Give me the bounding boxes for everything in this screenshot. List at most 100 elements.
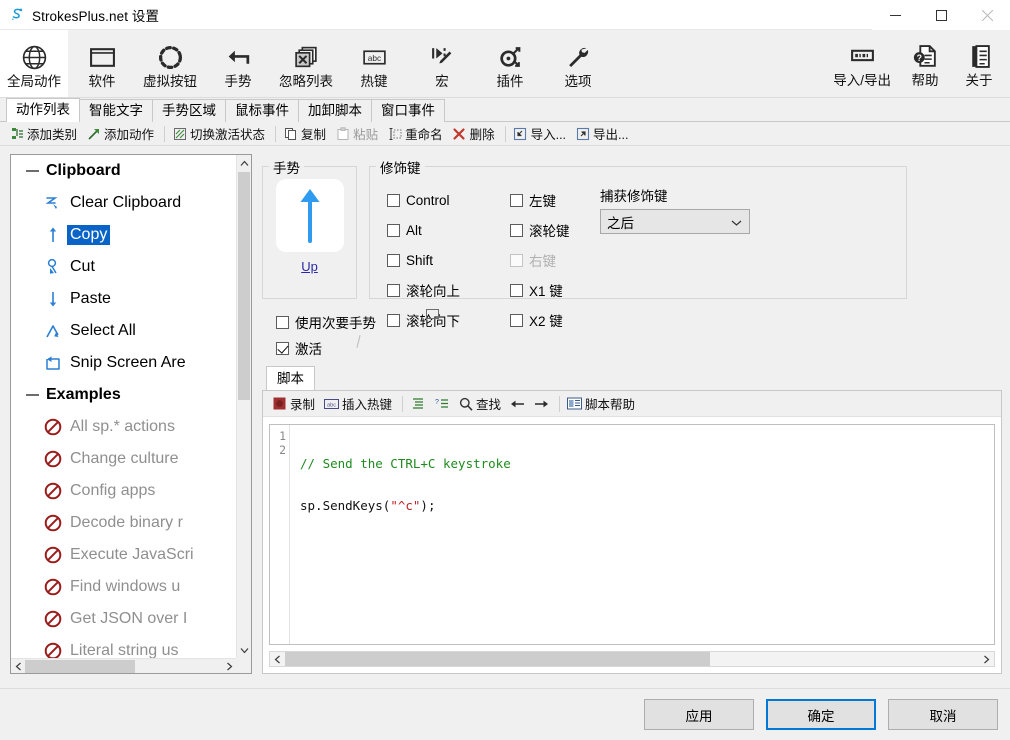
tab-gesture-zones[interactable]: 手势区域 bbox=[152, 99, 226, 122]
checkbox-use-secondary-gesture[interactable]: 使用次要手势 bbox=[276, 309, 439, 335]
scroll-up-icon[interactable] bbox=[237, 155, 251, 171]
script-editor[interactable]: 1 2 // Send the CTRL+C keystroke sp.Send… bbox=[269, 424, 995, 645]
tab-window-events[interactable]: 窗口事件 bbox=[371, 99, 445, 122]
checkbox-activate[interactable]: 激活 bbox=[276, 335, 376, 361]
tab-mouse-events[interactable]: 鼠标事件 bbox=[225, 99, 299, 122]
collapse-minus-icon[interactable] bbox=[21, 394, 43, 396]
tree-item-literal-string[interactable]: Literal string us bbox=[11, 635, 236, 658]
editor-hscroll-thumb[interactable] bbox=[285, 652, 710, 666]
tree-item-clear-clipboard[interactable]: Clear Clipboard bbox=[11, 187, 236, 219]
script-help-button[interactable]: 脚本帮助 bbox=[564, 393, 641, 415]
ribbon-item-software[interactable]: 软件 bbox=[68, 30, 136, 97]
find-button[interactable]: 查找 bbox=[455, 393, 507, 415]
ribbon-item-help[interactable]: ? 帮助 bbox=[898, 30, 952, 97]
tree-item-cut[interactable]: Cut bbox=[11, 251, 236, 283]
close-icon[interactable] bbox=[964, 0, 1010, 30]
paste-button[interactable]: 粘贴 bbox=[332, 123, 384, 145]
minimize-icon[interactable] bbox=[872, 0, 918, 30]
checkbox-box[interactable] bbox=[387, 253, 400, 267]
scroll-right-icon[interactable] bbox=[979, 655, 994, 664]
ok-button[interactable]: 确定 bbox=[766, 699, 876, 730]
checkbox-shift[interactable]: Shift bbox=[387, 245, 460, 275]
checkbox-alt[interactable]: Alt bbox=[387, 215, 460, 245]
tree-group-clipboard[interactable]: Clipboard bbox=[11, 155, 236, 187]
checkbox-middle-button[interactable]: 滚轮键 bbox=[510, 215, 570, 245]
tree-item-decode-binary[interactable]: Decode binary r bbox=[11, 507, 236, 539]
checkbox-box[interactable] bbox=[510, 283, 523, 297]
nav-forward-button[interactable] bbox=[531, 393, 555, 415]
checkbox-wheel-down[interactable]: 滚轮向下 bbox=[387, 305, 460, 335]
tree-item-select-all[interactable]: Select All bbox=[11, 315, 236, 347]
apply-button[interactable]: 应用 bbox=[644, 699, 754, 730]
toggle-active-button[interactable]: 切换激活状态 bbox=[169, 123, 271, 145]
tree-item-all-sp-actions[interactable]: All sp.* actions bbox=[11, 411, 236, 443]
scroll-down-icon[interactable] bbox=[237, 642, 251, 658]
import-button[interactable]: 导入... bbox=[510, 123, 572, 145]
ribbon-item-gestures[interactable]: 手势 bbox=[204, 30, 272, 97]
cancel-button[interactable]: 取消 bbox=[888, 699, 998, 730]
tree-horizontal-scrollbar[interactable] bbox=[11, 658, 236, 673]
tree-item-change-culture[interactable]: Change culture bbox=[11, 443, 236, 475]
checkbox-wheel-up[interactable]: 滚轮向上 bbox=[387, 275, 460, 305]
chevron-down-icon[interactable] bbox=[731, 214, 742, 229]
checkbox-x2-button[interactable]: X2 键 bbox=[510, 305, 570, 335]
ribbon-item-plugins[interactable]: 插件 bbox=[476, 30, 544, 97]
checkbox-box[interactable] bbox=[387, 193, 400, 207]
checkbox-box[interactable] bbox=[387, 223, 400, 237]
snippet-button[interactable]: ? bbox=[431, 393, 455, 415]
ribbon-item-ignore-list[interactable]: 忽略列表 bbox=[272, 30, 340, 97]
scroll-right-icon[interactable] bbox=[222, 662, 236, 671]
ribbon-item-options[interactable]: 选项 bbox=[544, 30, 612, 97]
tree-item-paste[interactable]: Paste bbox=[11, 283, 236, 315]
ribbon-item-about[interactable]: 关于 bbox=[952, 30, 1006, 97]
export-button[interactable]: 导出... bbox=[572, 123, 634, 145]
tree-hscroll-thumb[interactable] bbox=[25, 659, 135, 673]
tab-script[interactable]: 脚本 bbox=[266, 366, 315, 390]
insert-hotkey-button[interactable]: abc 插入热键 bbox=[321, 393, 398, 415]
tree-item-execute-javascript[interactable]: Execute JavaScri bbox=[11, 539, 236, 571]
scroll-left-icon[interactable] bbox=[11, 662, 25, 671]
record-button[interactable]: 录制 bbox=[269, 393, 321, 415]
checkbox-box[interactable] bbox=[510, 223, 523, 237]
tree-item-get-json[interactable]: Get JSON over I bbox=[11, 603, 236, 635]
tree-item-snip-screen-area[interactable]: Snip Screen Are bbox=[11, 347, 236, 379]
tab-action-list[interactable]: 动作列表 bbox=[6, 98, 80, 122]
tree-group-examples[interactable]: Examples bbox=[11, 379, 236, 411]
delete-button[interactable]: 删除 bbox=[449, 123, 501, 145]
checkbox-x1-button[interactable]: X1 键 bbox=[510, 275, 570, 305]
checkbox-left-button[interactable]: 左键 bbox=[510, 185, 570, 215]
ribbon-item-hotkeys[interactable]: abc 热键 bbox=[340, 30, 408, 97]
gesture-name-link[interactable]: Up bbox=[263, 259, 356, 274]
add-category-button[interactable]: 添加类别 bbox=[6, 123, 83, 145]
checkbox-box[interactable] bbox=[510, 193, 523, 207]
tree-scroll-thumb[interactable] bbox=[238, 172, 250, 400]
tab-smart-text[interactable]: 智能文字 bbox=[79, 99, 153, 122]
copy-button[interactable]: 复制 bbox=[280, 123, 332, 145]
indent-button[interactable] bbox=[407, 393, 431, 415]
capture-modifier-select[interactable]: 之后 bbox=[600, 209, 750, 234]
scroll-left-icon[interactable] bbox=[270, 655, 285, 664]
checkbox-box[interactable] bbox=[276, 315, 289, 329]
editor-horizontal-scrollbar[interactable] bbox=[269, 651, 995, 667]
nav-back-button[interactable] bbox=[507, 393, 531, 415]
tree-item-find-windows[interactable]: Find windows u bbox=[11, 571, 236, 603]
editor-code[interactable]: // Send the CTRL+C keystroke sp.SendKeys… bbox=[300, 429, 994, 644]
checkbox-box[interactable] bbox=[276, 341, 289, 355]
tree-item-config-apps[interactable]: Config apps bbox=[11, 475, 236, 507]
ribbon-item-macro[interactable]: 宏 bbox=[408, 30, 476, 97]
checkbox-box[interactable] bbox=[387, 283, 400, 297]
ribbon-item-global-actions[interactable]: 全局动作 bbox=[0, 30, 68, 97]
ribbon-item-import-export[interactable]: 导入/导出 bbox=[826, 30, 898, 97]
action-tree-panel[interactable]: Clipboard Clear Clipboard Copy Cut Paste… bbox=[10, 154, 252, 674]
add-action-button[interactable]: 添加动作 bbox=[83, 123, 160, 145]
gesture-preview[interactable] bbox=[276, 179, 344, 252]
tab-load-unload-scripts[interactable]: 加卸脚本 bbox=[298, 99, 372, 122]
checkbox-control[interactable]: Control bbox=[387, 185, 460, 215]
checkbox-box[interactable] bbox=[387, 313, 400, 327]
maximize-icon[interactable] bbox=[918, 0, 964, 30]
ribbon-item-virtual-buttons[interactable]: 虚拟按钮 bbox=[136, 30, 204, 97]
tree-vertical-scrollbar[interactable] bbox=[236, 155, 251, 658]
tree-item-copy[interactable]: Copy bbox=[11, 219, 236, 251]
collapse-minus-icon[interactable] bbox=[21, 170, 43, 172]
rename-button[interactable]: 重命名 bbox=[384, 123, 449, 145]
